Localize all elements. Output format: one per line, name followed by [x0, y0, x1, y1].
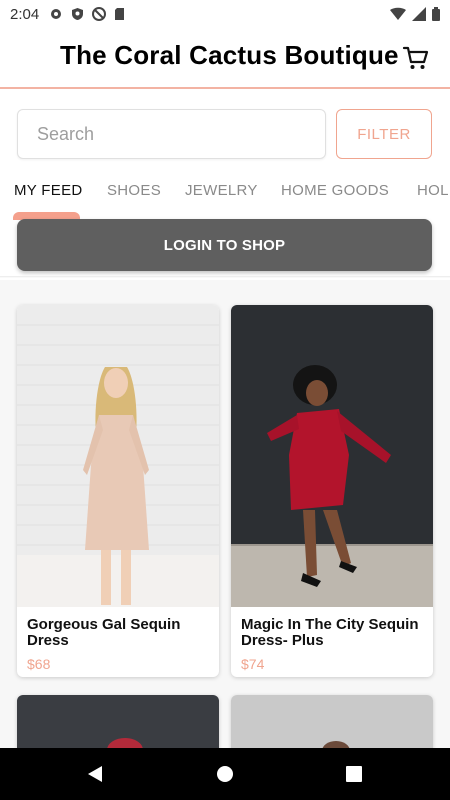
- product-image: [231, 305, 433, 607]
- product-image: [231, 695, 433, 755]
- wifi-icon: [390, 7, 406, 20]
- system-nav-bar: [0, 748, 450, 800]
- status-icons-right: [390, 7, 440, 21]
- product-card-partial[interactable]: [231, 695, 433, 755]
- status-time: 2:04: [10, 5, 40, 23]
- product-card[interactable]: Magic In The City Sequin Dress- Plus $74: [231, 305, 433, 677]
- tab-jewelry[interactable]: JEWELRY: [185, 182, 258, 199]
- product-card-partial[interactable]: [17, 695, 219, 755]
- login-divider: [0, 276, 450, 278]
- gear-icon: [51, 9, 62, 19]
- cart-icon: [402, 46, 429, 69]
- signal-icon: [412, 7, 426, 21]
- app-title: The Coral Cactus Boutique: [60, 40, 399, 70]
- search-input[interactable]: Search: [17, 109, 326, 159]
- status-bar: 2:04: [0, 0, 450, 28]
- tab-my-feed[interactable]: MY FEED: [14, 182, 83, 199]
- product-card[interactable]: Gorgeous Gal Sequin Dress $68: [17, 305, 219, 677]
- battery-icon: [432, 7, 440, 21]
- home-icon[interactable]: [213, 762, 237, 786]
- tab-holiday[interactable]: HOL: [417, 182, 449, 199]
- recents-icon[interactable]: [342, 762, 366, 786]
- no-disturb-icon: [92, 7, 107, 21]
- tab-home-goods[interactable]: HOME GOODS: [281, 182, 389, 199]
- product-image: [17, 695, 219, 755]
- login-to-shop-button[interactable]: LOGIN TO SHOP: [17, 219, 432, 271]
- sim-card-icon: [115, 8, 125, 20]
- filter-button[interactable]: FILTER: [336, 109, 432, 159]
- header-divider: [0, 87, 450, 89]
- shield-icon: [72, 8, 84, 20]
- product-price: $74: [241, 656, 265, 672]
- status-icons-left: [49, 7, 125, 21]
- product-name: Magic In The City Sequin Dress- Plus: [241, 616, 419, 649]
- product-name: Gorgeous Gal Sequin Dress: [27, 616, 181, 649]
- back-icon[interactable]: [84, 762, 108, 786]
- cart-button[interactable]: [402, 44, 430, 72]
- product-image: [17, 305, 219, 607]
- product-price: $68: [27, 656, 51, 672]
- app-header: The Coral Cactus Boutique: [0, 28, 450, 88]
- search-placeholder: Search: [37, 123, 95, 144]
- tab-shoes[interactable]: SHOES: [107, 182, 161, 199]
- category-tabs: MY FEED SHOES JEWELRY HOME GOODS HOL: [0, 176, 450, 216]
